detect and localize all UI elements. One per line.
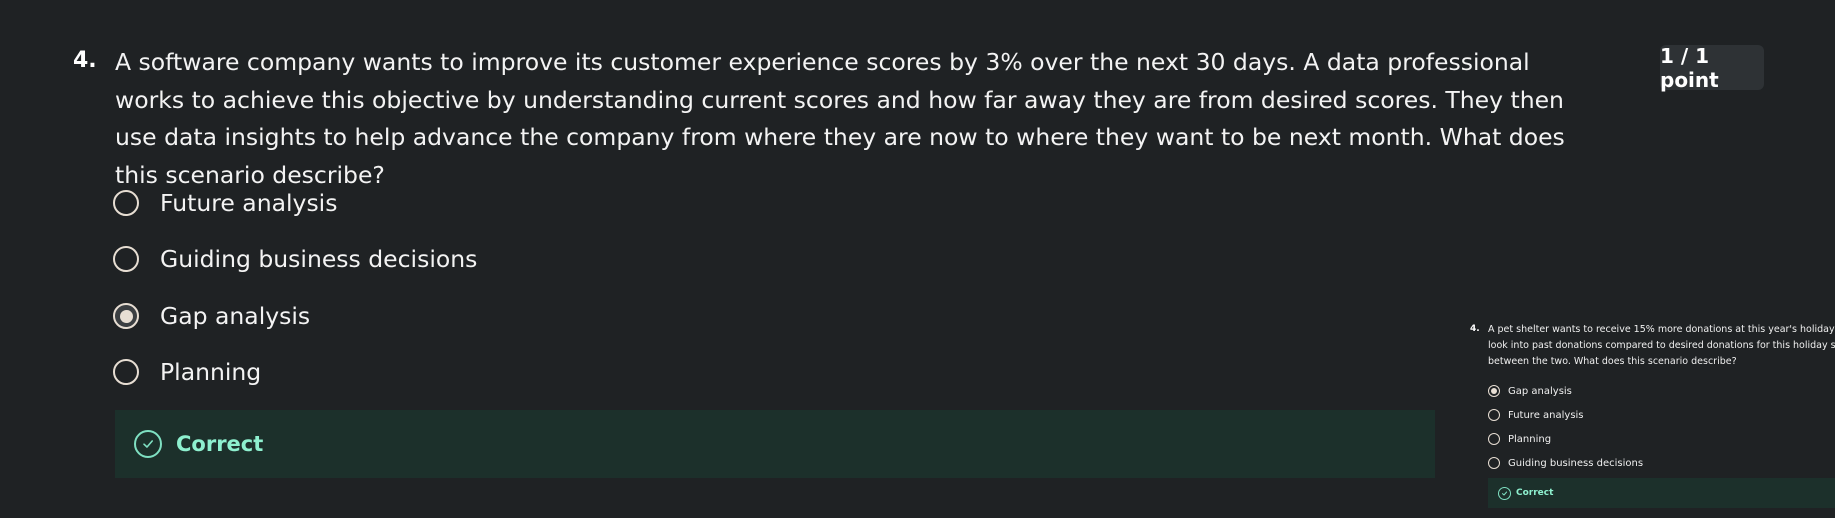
- feedback-label: Correct: [176, 432, 264, 456]
- option-label: Gap analysis: [160, 302, 311, 330]
- thumbnail-option-label: Planning: [1508, 433, 1552, 445]
- radio-unselected-icon: [1488, 433, 1500, 445]
- thumbnail-feedback-label: Correct: [1516, 488, 1554, 498]
- thumbnail-text-line: between the two. What does this scenario…: [1488, 356, 1737, 367]
- radio-unselected-icon: [1488, 457, 1500, 469]
- radio-unselected-icon[interactable]: [113, 359, 139, 385]
- option-future-analysis[interactable]: Future analysis: [113, 187, 337, 219]
- option-label: Future analysis: [160, 189, 338, 217]
- thumbnail-option-label: Guiding business decisions: [1508, 457, 1644, 469]
- thumbnail-option-planning: Planning: [1488, 432, 1551, 446]
- radio-selected-icon: [1488, 385, 1500, 397]
- radio-unselected-icon: [1488, 409, 1500, 421]
- correct-feedback-banner: Correct: [115, 410, 1435, 478]
- thumbnail-option-guiding-business-decisions: Guiding business decisions: [1488, 456, 1643, 470]
- thumbnail-correct-feedback: Correct: [1488, 478, 1835, 508]
- option-label: Guiding business decisions: [160, 245, 478, 273]
- question-text: A software company wants to improve its …: [115, 48, 1565, 189]
- radio-unselected-icon[interactable]: [113, 190, 139, 216]
- thumbnail-question-text: A pet shelter wants to receive 15% more …: [1488, 322, 1835, 370]
- thumbnail-preview: 4. A pet shelter wants to receive 15% mo…: [1437, 314, 1835, 518]
- radio-unselected-icon[interactable]: [113, 246, 139, 272]
- points-badge: 1 / 1 point: [1660, 44, 1764, 92]
- thumbnail-option-future-analysis: Future analysis: [1488, 408, 1584, 422]
- option-guiding-business-decisions[interactable]: Guiding business decisions: [113, 243, 477, 275]
- question-number: 4.: [73, 48, 97, 73]
- thumbnail-question-number: 4.: [1470, 324, 1480, 334]
- option-gap-analysis[interactable]: Gap analysis: [113, 300, 310, 332]
- thumbnail-text-line: look into past donations compared to des…: [1488, 340, 1835, 351]
- check-circle-icon: [1498, 486, 1511, 500]
- check-circle-icon: [134, 430, 162, 458]
- option-label: Planning: [160, 358, 262, 386]
- thumbnail-option-label: Future analysis: [1508, 409, 1584, 421]
- thumbnail-option-gap-analysis: Gap analysis: [1488, 384, 1572, 398]
- quiz-page: 4. A software company wants to improve i…: [0, 0, 1835, 518]
- option-planning[interactable]: Planning: [113, 356, 261, 388]
- radio-selected-icon[interactable]: [113, 303, 139, 329]
- thumbnail-text-line: A pet shelter wants to receive 15% more …: [1488, 324, 1835, 335]
- thumbnail-option-label: Gap analysis: [1508, 385, 1572, 397]
